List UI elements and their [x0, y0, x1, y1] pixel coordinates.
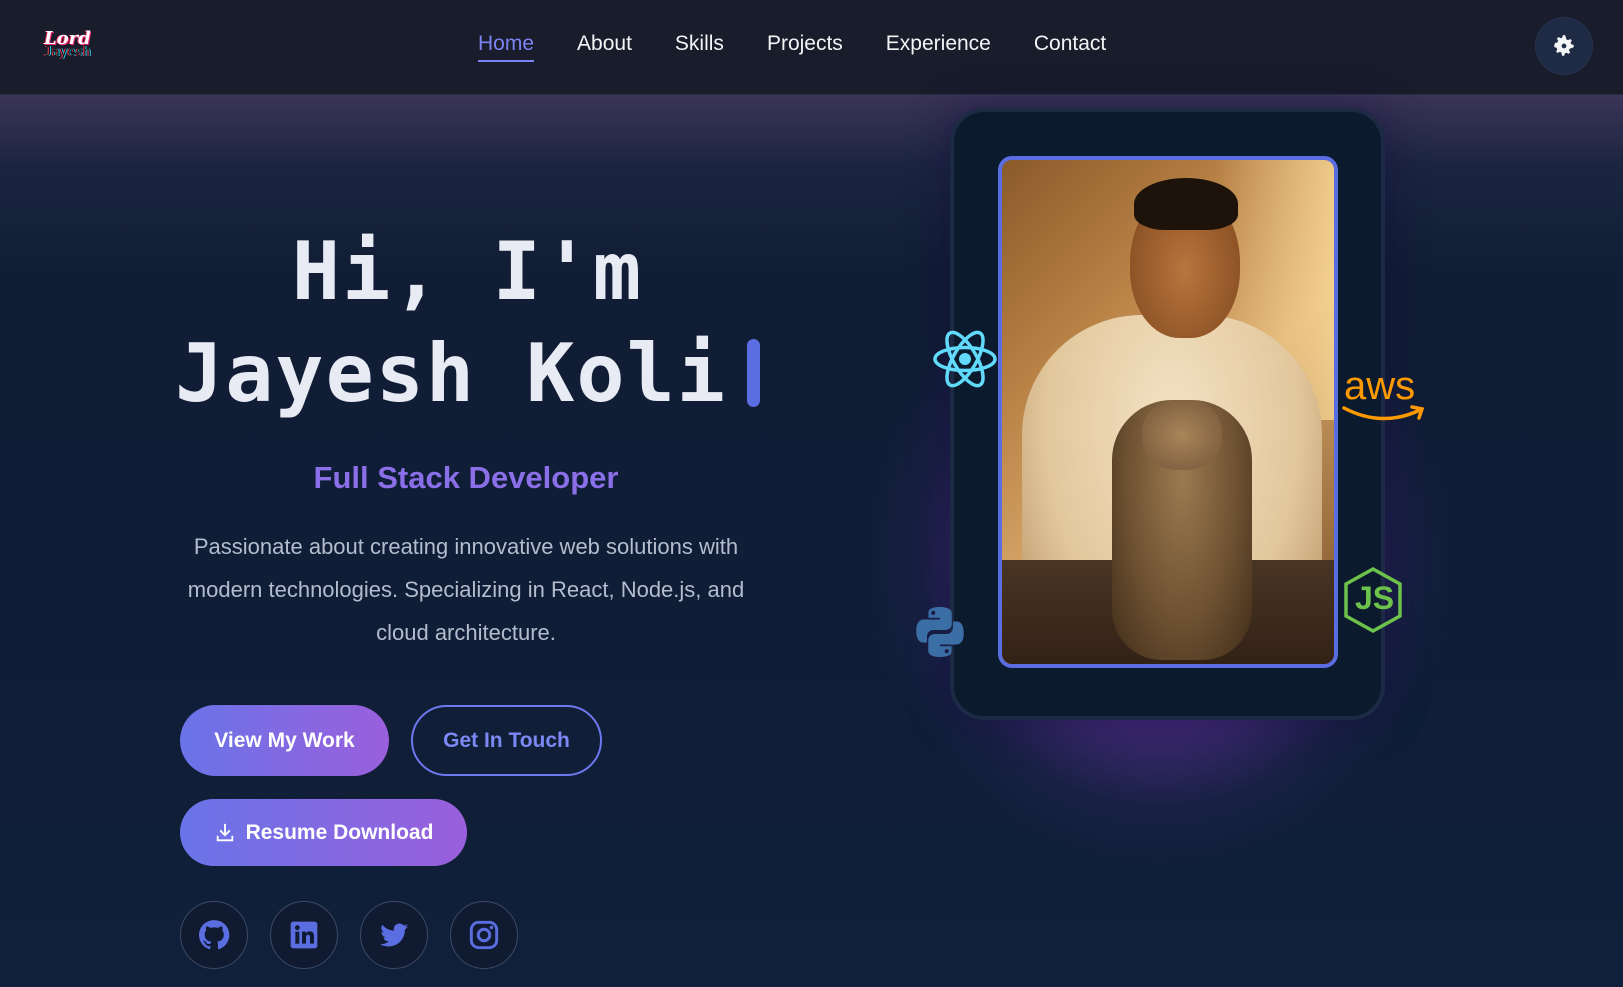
twitter-icon — [379, 923, 409, 947]
download-icon — [216, 823, 233, 841]
nodejs-label: JS — [1355, 580, 1395, 616]
nav-links: Home About Skills Projects Experience Co… — [478, 32, 1149, 62]
instagram-button[interactable] — [450, 901, 518, 969]
navbar: Lord Jayesh Home About Skills Projects E… — [0, 0, 1623, 95]
typing-cursor — [746, 339, 760, 408]
aws-label: aws — [1344, 364, 1416, 408]
role-title: Full Stack Developer — [313, 460, 619, 495]
react-icon — [933, 330, 997, 388]
python-icon — [916, 607, 964, 657]
social-links — [180, 901, 540, 969]
gear-icon — [1554, 35, 1574, 56]
nodejs-icon: JS — [1342, 566, 1404, 634]
name-heading: Jayesh Koli — [0, 327, 935, 420]
nav-link-contact[interactable]: Contact — [1034, 32, 1106, 62]
nav-link-skills[interactable]: Skills — [675, 32, 724, 62]
github-button[interactable] — [180, 901, 248, 969]
instagram-icon — [469, 920, 499, 950]
nav-link-about[interactable]: About — [577, 32, 632, 62]
nav-link-projects[interactable]: Projects — [767, 32, 843, 62]
aws-icon: aws — [1342, 364, 1428, 428]
get-in-touch-button[interactable]: Get In Touch — [411, 705, 602, 776]
linkedin-button[interactable] — [270, 901, 338, 969]
greeting-heading: Hi, I'm — [291, 225, 644, 318]
theme-toggle-button[interactable] — [1536, 18, 1592, 74]
resume-download-button[interactable]: Resume Download — [180, 799, 467, 866]
resume-download-label: Resume Download — [245, 820, 434, 844]
logo[interactable]: Lord Jayesh — [42, 28, 102, 68]
name-text: Jayesh Koli — [175, 327, 727, 420]
twitter-button[interactable] — [360, 901, 428, 969]
view-work-button[interactable]: View My Work — [180, 705, 389, 776]
hero-description: Passionate about creating innovative web… — [187, 534, 745, 645]
nav-link-experience[interactable]: Experience — [886, 32, 991, 62]
logo-bottom-text: Jayesh — [44, 45, 91, 60]
profile-photo — [998, 156, 1338, 668]
github-icon — [198, 920, 230, 950]
nav-link-home[interactable]: Home — [478, 32, 535, 62]
linkedin-icon — [290, 921, 318, 949]
